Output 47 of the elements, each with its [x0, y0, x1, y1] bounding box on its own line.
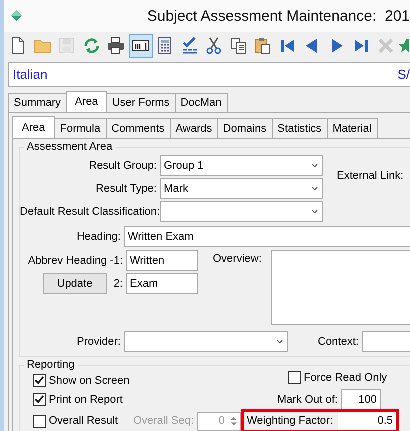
checkbox[interactable]	[33, 374, 46, 387]
field-label: Mark Out of:	[276, 394, 339, 406]
copy-icon	[228, 36, 249, 56]
checkmark-icon	[34, 394, 45, 405]
dropdown[interactable]: Mark	[160, 178, 323, 199]
field-label: Result Group:	[88, 160, 158, 172]
text-field[interactable]: Written	[126, 250, 198, 271]
field-label: Heading:	[76, 230, 122, 242]
field-label: Context:	[318, 336, 360, 348]
record-name: Italian	[13, 67, 48, 82]
checkbox[interactable]	[288, 371, 301, 384]
dropdown[interactable]: Group 1	[160, 155, 323, 176]
text-field[interactable]: 100	[341, 389, 381, 410]
field-label: Result Type:	[95, 182, 158, 194]
toolbar-button[interactable]	[128, 34, 153, 58]
record-code: S/	[398, 67, 410, 82]
text-field[interactable]: 0.5	[338, 412, 396, 430]
tab[interactable]: Summary	[8, 93, 68, 112]
text-field[interactable]: Written Exam	[124, 226, 410, 247]
checkbox-label[interactable]: Overall Result	[49, 415, 118, 427]
printer-icon	[106, 36, 126, 56]
tab[interactable]: Material	[326, 118, 378, 138]
window-title: Subject Assessment Maintenance: 201	[147, 8, 410, 24]
update-button[interactable]: Update	[43, 273, 107, 294]
group-title: Reporting	[26, 359, 76, 371]
checkmark-icon	[34, 375, 45, 386]
group-title: Assessment Area	[26, 141, 114, 153]
field-label: Default Result Classification:	[20, 206, 160, 218]
checkbox-label[interactable]: Show on Screen	[49, 374, 130, 386]
checkbox[interactable]	[33, 414, 46, 428]
tab[interactable]: DocMan	[174, 93, 228, 112]
tab[interactable]: Area	[12, 116, 56, 138]
checkbox[interactable]	[33, 393, 46, 406]
field-label: Weighting Factor:	[246, 415, 334, 427]
field-label: Abbrev Heading -1:	[27, 254, 124, 266]
checkbox-label[interactable]: Force Read Only	[304, 372, 388, 384]
save-icon	[57, 36, 78, 56]
clipboard-icon	[253, 36, 274, 56]
field-label: Overview:	[213, 253, 263, 265]
field-label: Provider:	[76, 336, 122, 348]
checkbox-label[interactable]: Print on Report	[49, 394, 123, 406]
text-field[interactable]: Exam	[126, 273, 198, 294]
field-label: External Link:	[337, 170, 405, 182]
field-label: 2:	[112, 278, 124, 290]
tab[interactable]: Area	[66, 91, 108, 112]
field-label: Overall Seq:	[133, 415, 195, 427]
text-field[interactable]	[362, 331, 410, 352]
